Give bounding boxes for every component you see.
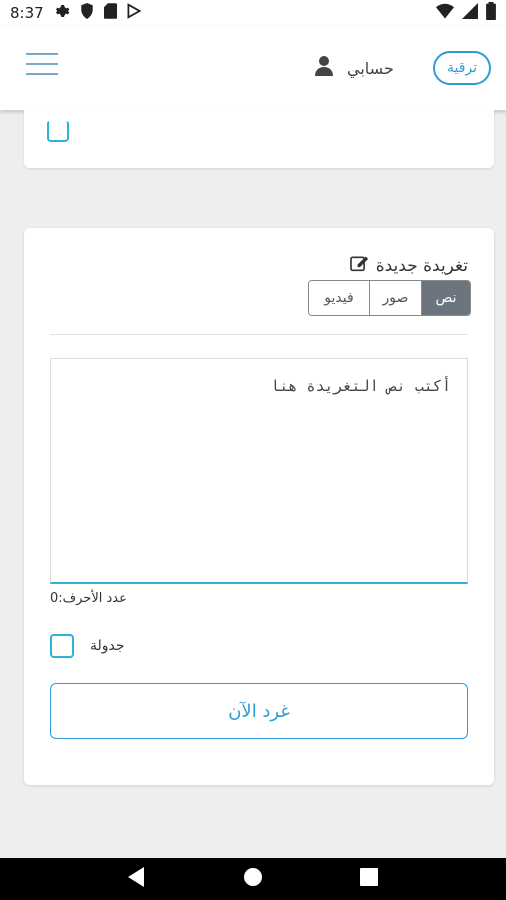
tab-video[interactable]: فيديو — [309, 281, 369, 315]
sd-card-icon — [103, 3, 117, 23]
settings-icon — [54, 3, 70, 23]
status-bar-right — [436, 2, 496, 24]
account-label: حسابي — [347, 58, 394, 78]
home-icon[interactable] — [243, 867, 263, 891]
previous-checkbox[interactable] — [47, 120, 69, 142]
divider — [50, 334, 468, 335]
status-bar: 8:37 — [0, 0, 506, 26]
compose-title-row: تغريدة جديدة — [349, 254, 468, 277]
status-bar-left: 8:37 — [10, 3, 142, 23]
compose-card: تغريدة جديدة فيديو صور نص عدد الأحرف:0 ج… — [24, 228, 494, 785]
schedule-option: جدولة — [50, 634, 125, 658]
hamburger-menu-icon[interactable] — [26, 53, 58, 77]
tweet-now-button[interactable]: غرد الآن — [50, 683, 468, 739]
schedule-checkbox[interactable] — [50, 634, 74, 658]
signal-icon — [462, 3, 478, 23]
previous-card — [24, 110, 494, 168]
tab-images[interactable]: صور — [369, 281, 421, 315]
back-icon[interactable] — [128, 867, 146, 891]
play-store-icon — [127, 3, 142, 23]
status-time: 8:37 — [10, 4, 44, 22]
post-type-tabs: فيديو صور نص — [308, 280, 471, 316]
system-nav-bar — [0, 858, 506, 900]
user-icon — [315, 56, 333, 80]
compose-title: تغريدة جديدة — [375, 255, 468, 276]
account-link[interactable]: حسابي — [315, 56, 394, 80]
app-header: حسابي ترقية — [0, 26, 506, 110]
recents-icon[interactable] — [359, 868, 378, 890]
edit-icon — [349, 254, 370, 277]
tab-text[interactable]: نص — [421, 281, 470, 315]
char-count: عدد الأحرف:0 — [50, 591, 127, 606]
wifi-icon — [436, 3, 454, 23]
shield-icon — [80, 3, 94, 23]
tweet-text-input[interactable] — [50, 358, 468, 584]
schedule-label: جدولة — [90, 638, 125, 654]
battery-icon — [486, 2, 496, 24]
upgrade-button[interactable]: ترقية — [433, 51, 491, 85]
